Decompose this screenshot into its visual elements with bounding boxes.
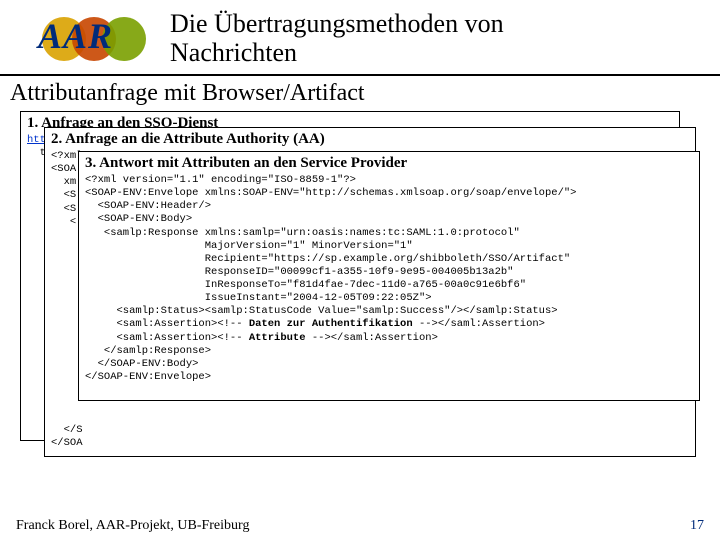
page-number: 17: [690, 518, 704, 534]
card-3-response-sp: 3. Antwort mit Attributen an den Service…: [78, 151, 700, 401]
aar-logo: AAR: [10, 9, 160, 69]
card2-code-bottom: </S </SOA: [51, 424, 83, 450]
card3-title: 3. Antwort mit Attributen an den Service…: [85, 155, 693, 172]
slide-header: AAR Die Übertragungsmethoden von Nachric…: [0, 0, 720, 76]
logo-text: AAR: [38, 15, 113, 57]
title-line2: Nachrichten: [170, 38, 297, 67]
slide-footer: Franck Borel, AAR-Projekt, UB-Freiburg 1…: [0, 518, 720, 534]
slide-subtitle: Attributanfrage mit Browser/Artifact: [0, 76, 720, 109]
card3-code: <?xml version="1.1" encoding="ISO-8859-1…: [85, 174, 693, 384]
title-line1: Die Übertragungsmethoden von: [170, 9, 504, 38]
slide-title: Die Übertragungsmethoden von Nachrichten: [170, 10, 504, 67]
card2-title: 2. Anfrage an die Attribute Authority (A…: [51, 131, 689, 148]
card-stack: 1. Anfrage an den SSO-Dienst htt t 2. An…: [20, 111, 700, 481]
footer-author: Franck Borel, AAR-Projekt, UB-Freiburg: [16, 518, 249, 534]
